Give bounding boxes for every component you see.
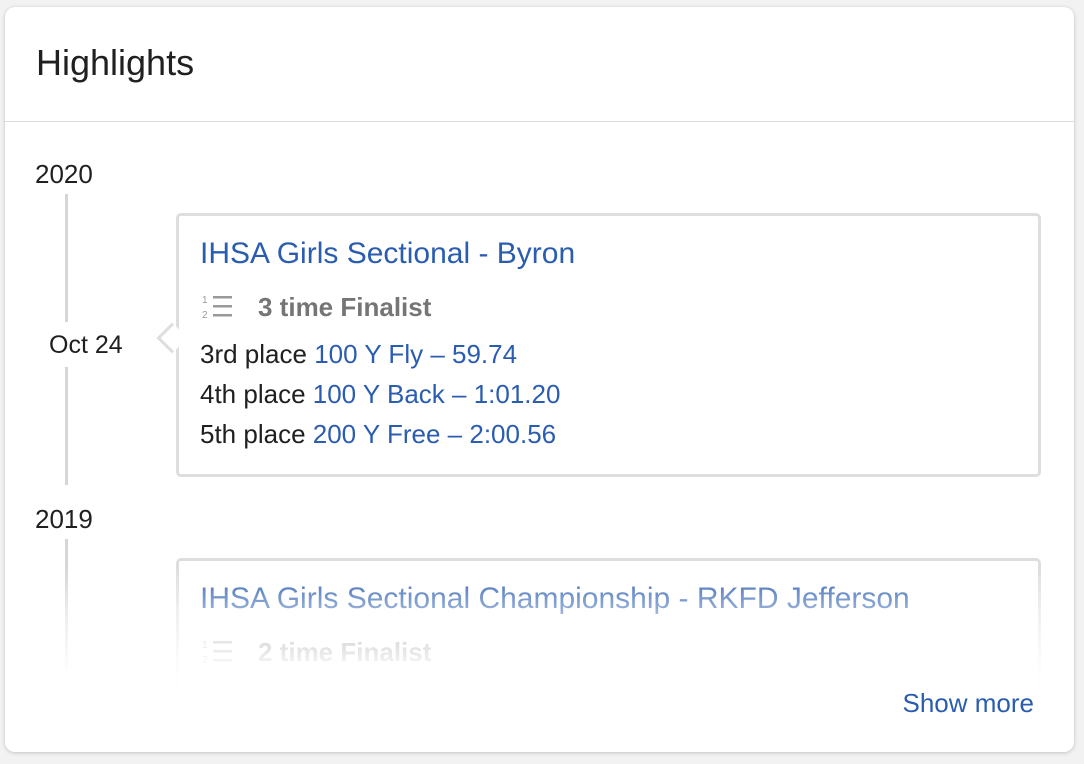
svg-text:1: 1 (202, 640, 208, 651)
result-event-link[interactable]: 100 Y Back – 1:01.20 (313, 379, 561, 409)
ordered-list-icon: 1 2 (202, 640, 232, 666)
timeline-line (65, 194, 68, 322)
finalist-summary: 1 2 3 time Finalist (200, 291, 431, 323)
highlights-card: Highlights 2020 Oct 24 IHSA Girls Sectio… (5, 7, 1074, 752)
result-place: 3rd place (200, 339, 307, 369)
finalist-count: 3 time Finalist (258, 291, 432, 322)
event-title-link[interactable]: IHSA Girls Sectional - Byron (200, 235, 575, 273)
event-card: IHSA Girls Sectional - Byron 1 2 3 time … (176, 213, 1041, 477)
year-label: 2020 (35, 159, 93, 189)
svg-text:2: 2 (202, 310, 208, 321)
event-date: Oct 24 (49, 331, 123, 359)
result-row: 5th place 200 Y Free – 2:00.56 (200, 418, 556, 450)
result-row: 4th place 100 Y Back – 1:01.20 (200, 378, 560, 410)
svg-text:2: 2 (202, 655, 208, 666)
card-title: Highlights (36, 42, 195, 83)
result-row: 3rd place 100 Y Fly – 59.74 (200, 338, 517, 370)
ordered-list-icon: 1 2 (202, 295, 232, 321)
result-event-link[interactable]: 100 Y Fly – 59.74 (314, 339, 517, 369)
finalist-count: 2 time Finalist (258, 636, 432, 667)
year-label: 2019 (35, 504, 93, 534)
result-place: 4th place (200, 379, 306, 409)
result-place: 5th place (200, 419, 306, 449)
svg-text:1: 1 (202, 295, 208, 306)
card-header: Highlights (5, 7, 1074, 122)
event-title-link[interactable]: IHSA Girls Sectional Championship - RKFD… (200, 580, 910, 618)
timeline-line (65, 539, 68, 669)
timeline-line (65, 367, 68, 485)
result-event-link[interactable]: 200 Y Free – 2:00.56 (313, 419, 556, 449)
show-more-button[interactable]: Show more (903, 687, 1035, 719)
finalist-summary: 1 2 2 time Finalist (200, 636, 431, 668)
